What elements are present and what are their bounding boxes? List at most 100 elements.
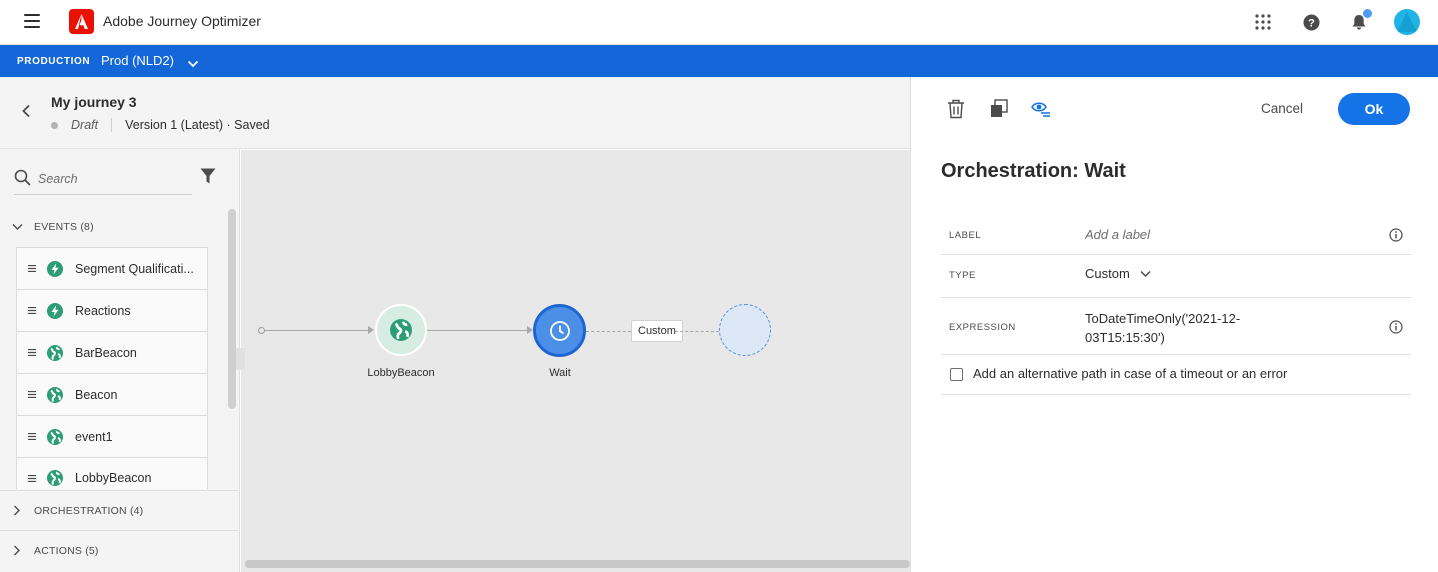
list-item[interactable]: event1 — [16, 415, 208, 457]
sandbox-type-label: PRODUCTION — [17, 56, 91, 67]
chevron-down-icon — [1140, 270, 1151, 277]
preview-eye-icon[interactable] — [1031, 99, 1051, 124]
drag-handle-icon[interactable] — [17, 391, 47, 398]
events-list: Segment Qualificati... Reactions BarBeac… — [16, 247, 208, 489]
expression-value[interactable]: ToDateTimeOnly('2021-12- 03T15:15:30') — [1085, 309, 1240, 347]
panel-title: Orchestration: Wait — [941, 160, 1126, 182]
sandbox-name[interactable]: Prod (NLD2) — [101, 53, 174, 68]
label-input[interactable] — [1085, 227, 1335, 242]
list-item[interactable]: BarBeacon — [16, 331, 208, 373]
duplicate-copy-icon[interactable] — [990, 99, 1008, 124]
status-dot — [51, 121, 58, 129]
dashed-connector — [675, 331, 719, 332]
hamburger-menu-icon[interactable] — [24, 14, 40, 28]
user-avatar[interactable] — [1394, 9, 1420, 35]
chevron-right-icon — [0, 545, 34, 556]
events-category-label: EVENTS (8) — [34, 221, 94, 233]
lightning-icon — [47, 260, 63, 277]
globe-icon — [47, 344, 63, 361]
ok-button[interactable]: Ok — [1338, 93, 1410, 125]
alternative-path-row: Add an alternative path in case of a tim… — [941, 355, 1411, 395]
event-label: event1 — [75, 429, 113, 444]
event-label: BarBeacon — [75, 345, 137, 360]
drag-handle-icon[interactable] — [17, 474, 47, 482]
drag-handle-icon[interactable] — [17, 433, 47, 440]
chevron-right-icon — [0, 505, 34, 516]
globe-icon — [390, 319, 412, 341]
connector-arrow-icon — [368, 326, 374, 334]
dashed-connector — [586, 331, 631, 332]
version-label: Version 1 (Latest) · Saved — [125, 118, 270, 132]
connector-line — [265, 330, 368, 331]
delete-trash-icon[interactable] — [947, 99, 965, 124]
type-value: Custom — [1085, 266, 1130, 281]
expression-row: EXPRESSION ToDateTimeOnly('2021-12- 03T1… — [941, 298, 1411, 355]
type-dropdown[interactable]: Custom — [1085, 266, 1151, 281]
clock-icon — [549, 320, 570, 341]
adobe-logo-icon — [69, 9, 94, 34]
divider — [111, 118, 113, 132]
node-label: LobbyBeacon — [367, 367, 435, 379]
globe-icon — [47, 428, 63, 445]
activity-palette: EVENTS (8) Segment Qualificati... Reacti… — [0, 149, 240, 572]
drag-handle-icon[interactable] — [17, 265, 47, 272]
help-icon[interactable]: ? — [1298, 9, 1324, 35]
lightning-icon — [47, 302, 63, 319]
globe-icon — [47, 470, 63, 486]
alternative-path-checkbox[interactable] — [950, 368, 963, 381]
canvas-scrollbar[interactable] — [245, 560, 910, 568]
alternative-path-label[interactable]: Add an alternative path in case of a tim… — [973, 366, 1287, 381]
wait-node[interactable] — [533, 304, 586, 357]
back-arrow-icon[interactable] — [20, 104, 32, 123]
status-label: Draft — [71, 118, 99, 132]
chevron-down-icon — [0, 223, 34, 231]
activity-config-panel: Cancel Ok Orchestration: Wait LABEL TYPE… — [910, 77, 1438, 572]
journey-header: My journey 3 Draft Version 1 (Latest) · … — [0, 77, 910, 149]
panel-resize-handle[interactable] — [236, 348, 245, 370]
journey-canvas[interactable] — [241, 150, 910, 572]
list-item[interactable]: Beacon — [16, 373, 208, 415]
chevron-down-icon[interactable] — [187, 56, 199, 74]
event-label: Segment Qualificati... — [75, 261, 194, 276]
journey-title: My journey 3 — [51, 94, 137, 110]
lobbybeacon-node[interactable] — [375, 304, 427, 356]
event-label: Beacon — [75, 387, 118, 402]
event-label: Reactions — [75, 303, 131, 318]
list-item[interactable]: Segment Qualificati... — [16, 247, 208, 289]
drag-handle-icon[interactable] — [17, 349, 47, 356]
orchestration-category[interactable]: ORCHESTRATION (4) — [0, 490, 238, 530]
info-icon[interactable] — [1389, 320, 1403, 339]
notifications-bell-icon[interactable] — [1346, 8, 1373, 35]
start-point — [258, 327, 265, 334]
journey-status: Draft Version 1 (Latest) · Saved — [51, 118, 270, 132]
connector-line — [427, 330, 527, 331]
list-item[interactable]: LobbyBeacon — [16, 457, 208, 489]
field-label: EXPRESSION — [949, 322, 1016, 333]
cancel-button[interactable]: Cancel — [1261, 101, 1303, 116]
orchestration-category-label: ORCHESTRATION (4) — [34, 504, 144, 517]
sandbox-bar: PRODUCTION Prod (NLD2) — [0, 45, 1438, 77]
info-icon[interactable] — [1389, 228, 1403, 247]
event-label: LobbyBeacon — [75, 471, 152, 485]
palette-search — [14, 167, 192, 195]
label-field-wrap — [1085, 227, 1335, 242]
expression-line: ToDateTimeOnly('2021-12- — [1085, 311, 1241, 326]
type-row: TYPE Custom — [941, 255, 1411, 298]
app-switcher-icon[interactable] — [1250, 9, 1276, 35]
node-label: Wait — [549, 367, 571, 379]
notification-badge — [1362, 8, 1373, 19]
palette-scrollbar[interactable] — [228, 209, 236, 409]
label-row: LABEL — [941, 215, 1411, 255]
globe-icon — [47, 386, 63, 403]
actions-category[interactable]: ACTIONS (5) — [0, 530, 238, 570]
search-input[interactable] — [38, 172, 188, 186]
events-category[interactable]: EVENTS (8) — [0, 207, 238, 247]
filter-icon[interactable] — [200, 168, 216, 190]
drag-handle-icon[interactable] — [17, 307, 47, 314]
top-bar: Adobe Journey Optimizer ? — [0, 0, 1438, 45]
svg-text:?: ? — [1308, 17, 1315, 29]
drop-placeholder-node[interactable] — [719, 304, 771, 356]
list-item[interactable]: Reactions — [16, 289, 208, 331]
app-title: Adobe Journey Optimizer — [103, 13, 261, 29]
actions-category-label: ACTIONS (5) — [34, 544, 99, 557]
